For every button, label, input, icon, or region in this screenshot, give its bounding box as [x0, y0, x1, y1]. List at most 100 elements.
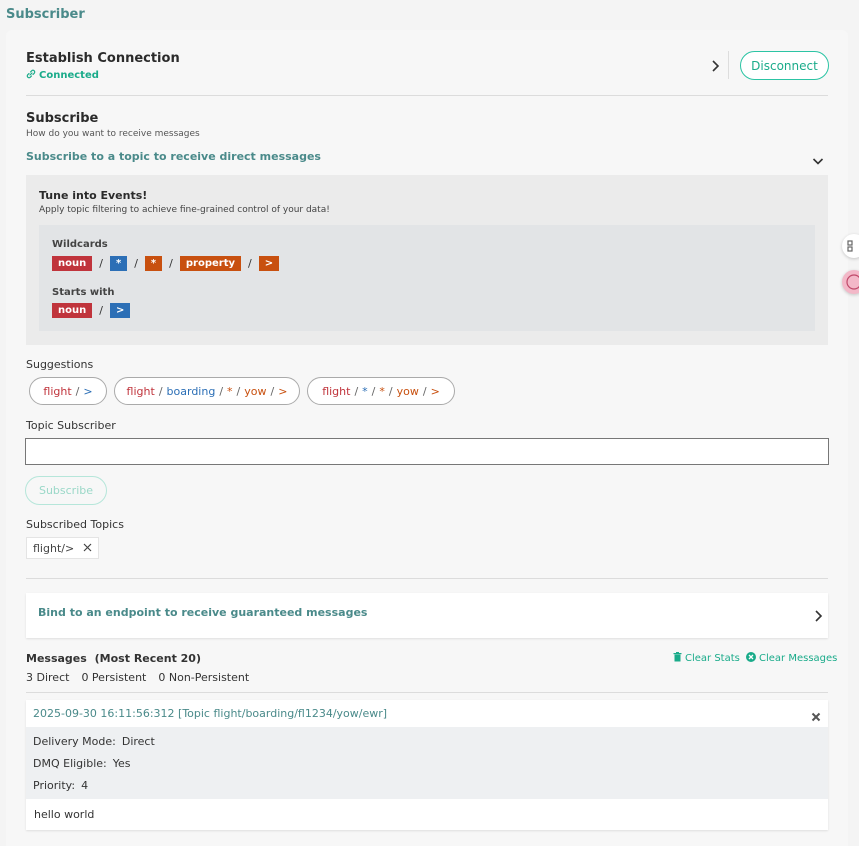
suggestion-chip[interactable]: flight / boarding / * / yow / > — [114, 377, 300, 405]
dmq-eligible-key: DMQ Eligible: — [33, 757, 107, 770]
suggestion-token: flight — [126, 384, 155, 398]
priority-key: Priority: — [33, 779, 76, 792]
delivery-mode-key: Delivery Mode: — [33, 735, 116, 748]
bind-endpoint-option[interactable]: Bind to an endpoint to receive guarantee… — [26, 593, 828, 638]
close-icon[interactable] — [83, 542, 92, 555]
chevron-right-icon — [813, 608, 823, 627]
message-body: hello world — [34, 808, 95, 821]
subscribed-topic-text: flight/> — [33, 541, 75, 555]
translate-icon[interactable] — [842, 270, 859, 294]
direct-count: 3 Direct — [26, 671, 70, 684]
suggestion-token: > — [83, 384, 93, 398]
subscribe-button[interactable]: Subscribe — [25, 476, 107, 505]
suggestion-token: * — [362, 384, 368, 398]
messages-title-text: Messages — [26, 652, 87, 665]
connection-status: Connected — [26, 69, 99, 82]
message-header: 2025-09-30 16:11:56:312 [Topic flight/bo… — [33, 707, 388, 720]
suggestion-token: yow — [396, 384, 419, 398]
delivery-mode-row: Delivery Mode: Direct — [33, 735, 155, 748]
suggestion-token: / — [219, 384, 224, 398]
message-counts: 3 Direct 0 Persistent 0 Non-Persistent — [26, 671, 249, 684]
tune-into-events-box: Tune into Events! Apply topic filtering … — [26, 175, 828, 345]
divider — [26, 692, 828, 693]
token-noun: noun — [52, 256, 93, 271]
suggestion-chip[interactable]: flight / > — [29, 377, 107, 405]
token-wildcard: * — [144, 256, 163, 271]
clear-messages-button[interactable]: Clear Messages — [746, 652, 837, 665]
subscribed-topics-label: Subscribed Topics — [26, 518, 124, 531]
divider — [728, 51, 729, 79]
tune-description: Apply topic filtering to achieve fine-gr… — [39, 205, 330, 215]
trash-icon — [673, 652, 682, 665]
link-icon — [26, 69, 36, 82]
suggestion-token: * — [379, 384, 385, 398]
suggestion-token: / — [75, 384, 80, 398]
token-separator: / — [248, 257, 252, 270]
messages-title: Messages (Most Recent 20) — [26, 652, 201, 665]
suggestion-token: / — [236, 384, 241, 398]
token-multi-level: > — [109, 303, 131, 318]
subscribe-title: Subscribe — [26, 111, 99, 126]
dmq-eligible-value: Yes — [112, 757, 131, 770]
token-separator: / — [169, 257, 173, 270]
disconnect-button[interactable]: Disconnect — [740, 51, 829, 80]
token-noun: noun — [52, 303, 93, 318]
wildcards-label: Wildcards — [52, 239, 108, 250]
topic-subscriber-input[interactable] — [25, 438, 829, 465]
clear-stats-button[interactable]: Clear Stats — [673, 652, 740, 665]
dmq-eligible-row: DMQ Eligible: Yes — [33, 757, 131, 770]
suggestion-token: / — [158, 384, 163, 398]
expand-connection-chevron[interactable] — [710, 58, 720, 77]
subscribed-topic-chip: flight/> — [26, 537, 100, 559]
suggestion-token: yow — [244, 384, 267, 398]
non-persistent-count: 0 Non-Persistent — [158, 671, 250, 684]
priority-value: 4 — [81, 779, 89, 792]
suggestion-token: flight — [322, 384, 351, 398]
suggestion-token: * — [227, 384, 233, 398]
topic-examples-box: Wildcards noun / * / * / property / > St… — [39, 225, 815, 331]
subscribe-description: How do you want to receive messages — [26, 129, 200, 139]
wildcards-example: noun / * / * / property / > — [52, 256, 280, 271]
subscriber-panel: Establish Connection Connected Disconnec… — [6, 30, 848, 846]
connection-status-text: Connected — [39, 70, 99, 81]
messages-title-suffix: (Most Recent 20) — [94, 652, 201, 665]
chevron-right-icon — [710, 60, 720, 77]
suggestion-token: > — [430, 384, 440, 398]
message-properties: Delivery Mode: Direct DMQ Eligible: Yes Pr… — [26, 727, 828, 799]
clear-stats-label: Clear Stats — [685, 653, 740, 664]
qr-code-icon[interactable] — [842, 234, 859, 258]
clear-circle-icon — [746, 652, 756, 665]
chevron-down-icon — [812, 151, 824, 170]
close-icon[interactable] — [811, 707, 821, 726]
tune-title: Tune into Events! — [39, 189, 148, 202]
suggestion-token: / — [422, 384, 427, 398]
token-property: property — [179, 256, 241, 271]
suggestion-token: boarding — [166, 384, 216, 398]
starts-with-label: Starts with — [52, 287, 115, 298]
suggestions-label: Suggestions — [26, 358, 94, 371]
token-wildcard: * — [109, 256, 128, 271]
subscribe-topic-option[interactable]: Subscribe to a topic to receive direct m… — [26, 150, 321, 163]
suggestion-chip[interactable]: flight / * / * / yow / > — [307, 377, 455, 405]
priority-row: Priority: 4 — [33, 779, 88, 792]
divider — [26, 95, 828, 96]
collapse-topic-toggle[interactable] — [812, 151, 824, 170]
establish-connection-title: Establish Connection — [26, 51, 180, 66]
suggestion-token: / — [371, 384, 376, 398]
persistent-count: 0 Persistent — [81, 671, 147, 684]
message-card: 2025-09-30 16:11:56:312 [Topic flight/bo… — [26, 700, 828, 830]
suggestion-token: / — [388, 384, 393, 398]
delivery-mode-value: Direct — [121, 735, 155, 748]
clear-messages-label: Clear Messages — [759, 653, 838, 664]
suggestion-token: > — [278, 384, 288, 398]
suggestion-token: flight — [43, 384, 72, 398]
page-title: Subscriber — [6, 7, 85, 22]
token-separator: / — [99, 257, 103, 270]
suggestion-token: / — [270, 384, 275, 398]
token-separator: / — [134, 257, 138, 270]
divider — [26, 578, 828, 579]
starts-with-example: noun / > — [52, 303, 131, 318]
token-separator: / — [99, 304, 103, 317]
token-multi-level: > — [258, 256, 280, 271]
suggestion-token: / — [354, 384, 359, 398]
